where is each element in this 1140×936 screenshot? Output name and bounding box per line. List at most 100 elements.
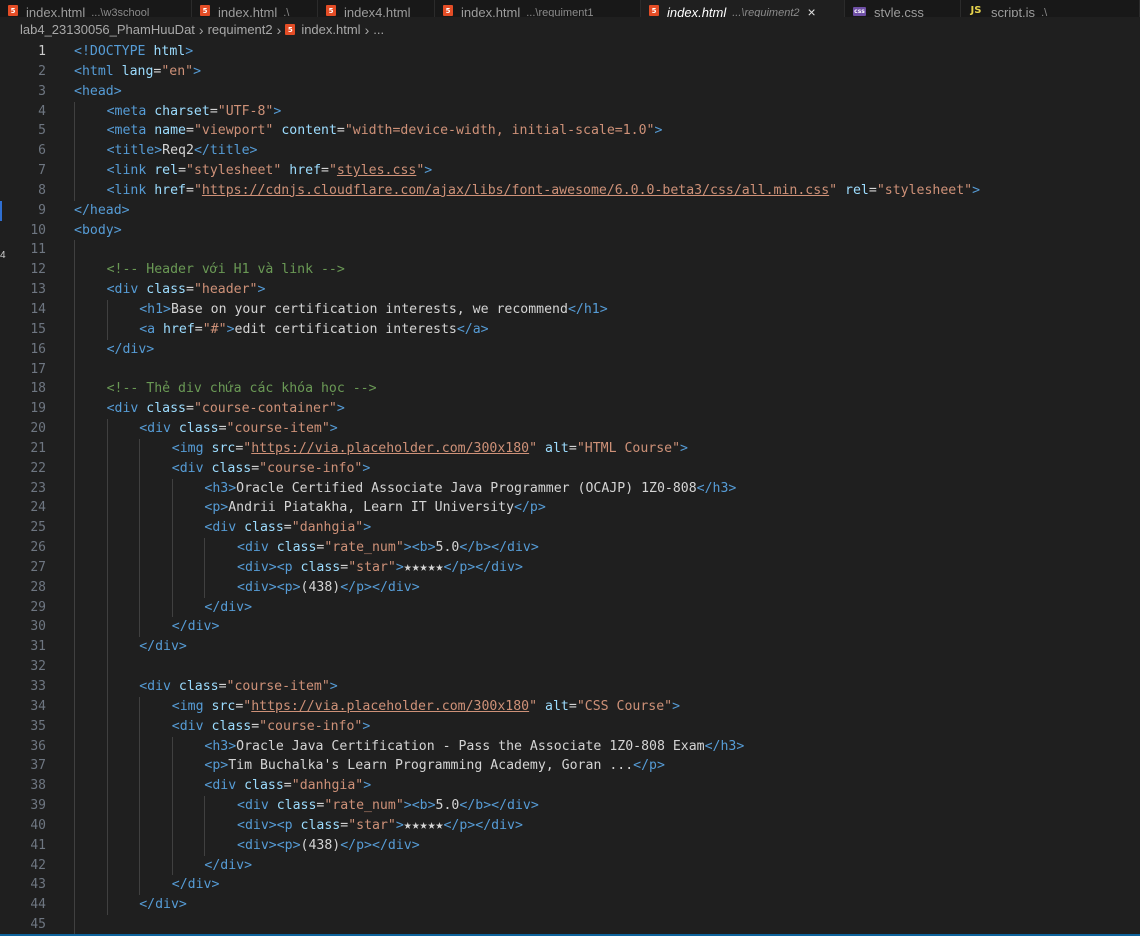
code-token: = bbox=[568, 440, 577, 456]
code-token: <link bbox=[106, 182, 155, 198]
indent-guide bbox=[139, 498, 141, 519]
code-text: </div> bbox=[139, 637, 187, 657]
code-token: <div bbox=[139, 679, 179, 694]
code-text: <div><p class="star">★★★★★</p></div> bbox=[237, 816, 523, 836]
code-token: "danhgia" bbox=[291, 778, 364, 794]
code-token: class bbox=[300, 817, 341, 833]
indent-guide bbox=[139, 756, 141, 777]
code-token: > bbox=[362, 460, 371, 476]
code-token: > bbox=[972, 182, 981, 198]
code-token: </div> bbox=[204, 599, 253, 615]
code-token: <div> bbox=[237, 579, 277, 595]
code-token: class bbox=[276, 798, 317, 814]
indent-guide bbox=[74, 299, 75, 320]
code-text: </div> bbox=[204, 856, 252, 876]
line-number: 9 bbox=[38, 202, 46, 218]
code-token: = bbox=[251, 718, 260, 734]
indent-guide bbox=[74, 617, 75, 638]
code-token: class bbox=[211, 718, 252, 734]
tab-style-css-5[interactable]: css style.css bbox=[845, 0, 961, 17]
code-token: = bbox=[283, 520, 292, 536]
breadcrumb-symbols[interactable]: ... bbox=[373, 22, 384, 37]
indent-guide bbox=[74, 557, 75, 578]
code-token: </b> bbox=[459, 540, 492, 556]
indent-guide bbox=[106, 577, 108, 598]
code-token: "course-item" bbox=[226, 421, 330, 437]
code-token: </div> bbox=[372, 837, 420, 853]
tab-label: style.css bbox=[874, 5, 924, 18]
indent-guide bbox=[106, 815, 108, 836]
line-number: 32 bbox=[30, 659, 46, 675]
tab-index-html-3[interactable]: 5 index.html ...\requiment1 bbox=[435, 0, 641, 17]
code-token: <p bbox=[276, 817, 301, 833]
indent-guide bbox=[171, 756, 173, 777]
breadcrumb-file[interactable]: index.html bbox=[301, 22, 360, 37]
code-text: </div> bbox=[107, 340, 155, 360]
tab-index-html-1[interactable]: 5 index.html .\ bbox=[192, 0, 318, 17]
line-number: 36 bbox=[30, 738, 46, 754]
code-text: <img src = "https://via.placeholder.com/30… bbox=[172, 439, 688, 459]
line-number: 41 bbox=[30, 837, 46, 853]
indent-guide bbox=[74, 180, 75, 201]
line-number: 11 bbox=[30, 242, 46, 258]
breadcrumb-subfolder[interactable]: requiment2 bbox=[208, 22, 273, 37]
code-token: <div bbox=[171, 460, 212, 476]
code-token: class bbox=[178, 679, 219, 694]
line-number: 20 bbox=[30, 421, 46, 437]
indent-guide bbox=[74, 101, 75, 122]
code-token: </div> bbox=[491, 798, 539, 814]
code-token: <head> bbox=[74, 83, 122, 99]
chevron-right-icon: › bbox=[364, 21, 370, 38]
code-token: <p> bbox=[204, 500, 229, 516]
code-text: <h1>Base on your certification interests… bbox=[139, 300, 607, 320]
code-text: <head> bbox=[74, 82, 122, 102]
code-token: </h3> bbox=[696, 480, 737, 496]
tab-label: index.html bbox=[667, 5, 727, 18]
tab-index4-html-2[interactable]: 5 index4.html bbox=[318, 0, 435, 17]
code-token: > bbox=[273, 103, 282, 119]
indent-guide bbox=[74, 815, 75, 836]
close-icon[interactable]: × bbox=[808, 5, 816, 17]
breadcrumb: lab4_23130056_PhamHuuDat › requiment2 › … bbox=[0, 17, 1140, 42]
code-editor[interactable]: 4 1 <!DOCTYPE html> 2 <html lang="en"> 3 <hea… bbox=[0, 42, 1140, 936]
line-number: 43 bbox=[30, 877, 46, 893]
code-token: </div> bbox=[475, 559, 523, 575]
tab-label: script.js bbox=[991, 5, 1036, 18]
indent-guide bbox=[139, 696, 141, 717]
code-token: = bbox=[340, 559, 349, 575]
indent-guide bbox=[139, 875, 141, 896]
code-text: <h3>Oracle Java Certification - Pass the… bbox=[204, 737, 744, 757]
indent-guide bbox=[139, 458, 141, 479]
code-token: charset bbox=[154, 103, 210, 119]
code-token: <link bbox=[106, 163, 155, 179]
code-token: " bbox=[328, 163, 337, 179]
line-number: 35 bbox=[30, 718, 46, 734]
code-token: = bbox=[209, 103, 218, 119]
tab-script-js-6[interactable]: JS script.js .\ bbox=[961, 0, 1140, 17]
indent-guide bbox=[106, 875, 108, 896]
code-token: class bbox=[178, 421, 219, 437]
code-text: <div class="danhgia"> bbox=[204, 518, 371, 538]
tab-index-html-0[interactable]: 5 index.html ...\w3school bbox=[0, 0, 192, 17]
code-token: = bbox=[186, 282, 194, 298]
tab-path-description: ...\w3school bbox=[91, 7, 150, 17]
line-number: 37 bbox=[30, 758, 46, 774]
code-token: Andrii Piatakha, Learn IT University bbox=[228, 500, 515, 516]
tab-index-html-4[interactable]: 5 index.html ...\requiment2 × bbox=[641, 0, 845, 17]
indent-guide bbox=[139, 855, 141, 876]
code-text: <p>Tim Buchalka's Learn Programming Acad… bbox=[204, 756, 665, 776]
code-text: <p>Andrii Piatakha, Learn IT University<… bbox=[204, 498, 545, 518]
indent-guide bbox=[74, 339, 75, 360]
code-token: <a bbox=[139, 321, 164, 337]
code-token: "course-info" bbox=[259, 460, 363, 476]
code-token: " bbox=[529, 440, 538, 456]
breadcrumb-folder[interactable]: lab4_23130056_PhamHuuDat bbox=[20, 22, 195, 37]
code-token: <div> bbox=[237, 817, 277, 833]
code-text: <link rel="stylesheet" href="styles.css"… bbox=[107, 161, 433, 181]
indent-guide bbox=[74, 260, 75, 281]
code-text: </head> bbox=[74, 201, 130, 221]
indent-guide bbox=[204, 577, 206, 598]
code-token: <body> bbox=[74, 222, 122, 238]
line-number: 2 bbox=[38, 63, 46, 79]
code-token: Base on your certification interests, we… bbox=[170, 301, 568, 317]
